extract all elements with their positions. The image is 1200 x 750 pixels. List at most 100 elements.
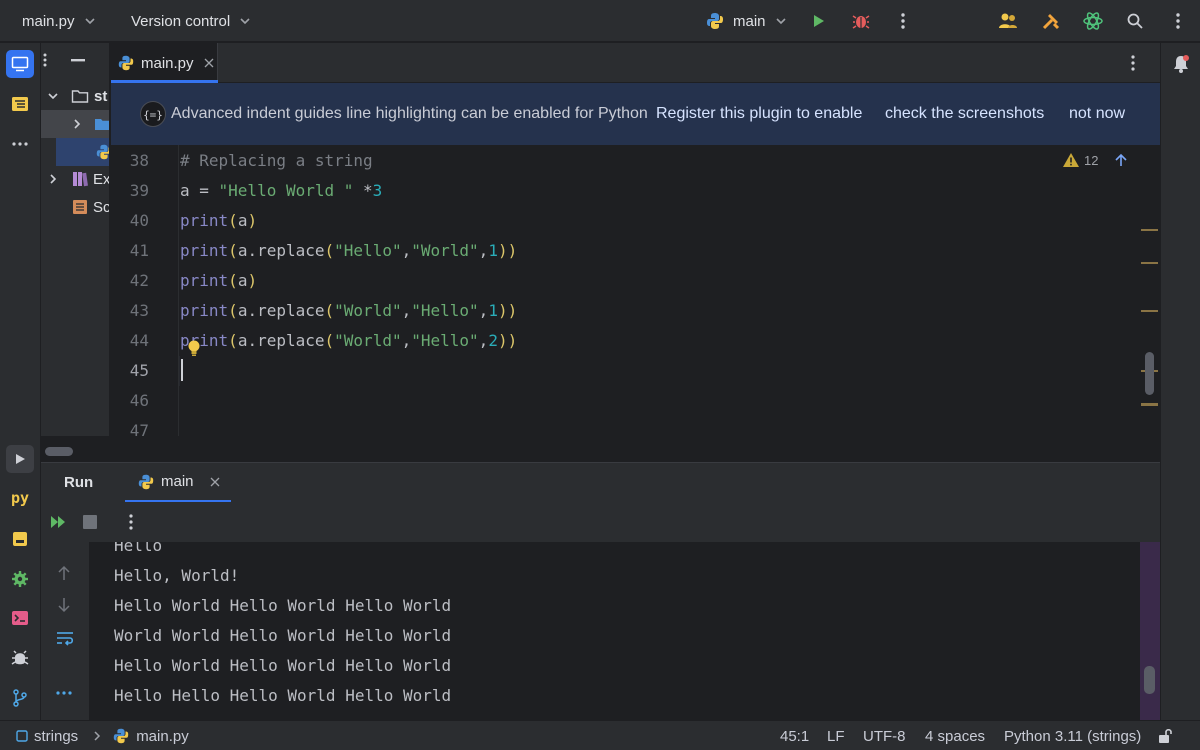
minimize-icon[interactable]: [71, 59, 85, 62]
terminal-tool-button[interactable]: [6, 604, 34, 632]
project-panel: st Ex Sc: [41, 43, 110, 462]
code-editor[interactable]: # Replacing a string a = "Hello World " …: [180, 145, 1140, 436]
register-plugin-link[interactable]: Register this plugin to enable: [656, 105, 862, 123]
console-scrollbar[interactable]: [1140, 542, 1160, 720]
git-tool-button[interactable]: [6, 684, 34, 712]
lightbulb-icon[interactable]: [187, 339, 201, 357]
warning-marker: [1141, 403, 1158, 406]
vcs-label: Version control: [131, 12, 231, 30]
tree-item-venv[interactable]: [41, 110, 109, 138]
code-line: a = "Hello World " *3: [180, 181, 383, 200]
plugin-logo-icon: {=}: [140, 101, 166, 127]
console-line: Hello World Hello World Hello World: [114, 656, 452, 675]
module-icon: [16, 730, 28, 742]
editor-scrollbar[interactable]: [1140, 145, 1160, 436]
arrow-up-icon[interactable]: [1114, 153, 1128, 167]
python-console-icon: py: [10, 489, 30, 507]
right-tool-stripe: [1160, 43, 1200, 720]
tree-item-scratches[interactable]: Sc: [41, 193, 109, 221]
more-vertical-icon[interactable]: [891, 9, 915, 33]
arrow-up-icon[interactable]: [57, 565, 71, 581]
more-vertical-icon[interactable]: [1131, 55, 1135, 71]
line-number-gutter: 38 39 40 41 42 43 44 45 46 47: [111, 145, 179, 440]
search-icon[interactable]: [1123, 9, 1147, 33]
run-tab-main[interactable]: main: [125, 463, 231, 503]
more-horizontal-icon[interactable]: [56, 691, 72, 695]
line-number: 41: [129, 241, 149, 260]
soft-wrap-icon[interactable]: [56, 630, 74, 646]
indent-setting[interactable]: 4 spaces: [925, 721, 985, 750]
python-interpreter[interactable]: Python 3.11 (strings): [1004, 721, 1141, 750]
run-toolbar: [41, 502, 1160, 542]
run-console-output[interactable]: Hello Hello, World! Hello World Hello Wo…: [89, 542, 1140, 720]
breadcrumb-file[interactable]: main.py: [136, 728, 189, 745]
python-console-button[interactable]: py: [6, 484, 34, 512]
editor-tab-main-py[interactable]: main.py: [111, 43, 218, 83]
code-line: print(a): [180, 211, 258, 230]
line-number: 38: [129, 151, 149, 170]
project-tool-button[interactable]: [6, 50, 34, 78]
stop-icon[interactable]: [83, 515, 97, 529]
more-vertical-icon[interactable]: [1166, 9, 1190, 33]
warning-icon: [1062, 152, 1080, 168]
console-line: Hello Hello Hello World Hello World: [114, 686, 452, 705]
close-icon[interactable]: [210, 477, 220, 487]
ai-assistant-icon[interactable]: [1081, 9, 1105, 33]
python-icon: [705, 11, 725, 31]
tree-item-external-libraries[interactable]: Ex: [41, 165, 109, 193]
problems-tool-button[interactable]: [6, 644, 34, 672]
close-icon[interactable]: [204, 58, 214, 68]
python-packages-button[interactable]: [6, 525, 34, 553]
notifications-bell-icon[interactable]: [1172, 54, 1190, 74]
more-vertical-icon[interactable]: [43, 53, 47, 67]
debug-icon[interactable]: [849, 9, 873, 33]
run-tool-button[interactable]: [6, 445, 34, 473]
run-icon[interactable]: [806, 9, 830, 33]
structure-tool-button[interactable]: [6, 90, 34, 118]
horizontal-scrollbar[interactable]: [41, 436, 1160, 462]
left-tool-stripe: py: [0, 43, 41, 720]
file-encoding[interactable]: UTF-8: [863, 721, 906, 750]
console-line: Hello: [114, 542, 163, 555]
project-selector[interactable]: main.py: [22, 0, 97, 42]
bug-icon: [11, 649, 29, 667]
breadcrumb-root[interactable]: strings: [34, 728, 78, 745]
breadcrumb: strings main.py: [16, 721, 189, 750]
vcs-selector[interactable]: Version control: [131, 0, 252, 42]
lock-icon[interactable]: [1157, 721, 1173, 750]
library-icon: [72, 171, 88, 187]
chevron-down-icon: [83, 14, 97, 28]
tree-item-root[interactable]: st: [41, 82, 109, 110]
git-branch-icon: [12, 689, 28, 707]
arrow-down-icon[interactable]: [57, 597, 71, 613]
more-tools-button[interactable]: [6, 130, 34, 158]
scrollbar-thumb[interactable]: [1145, 352, 1154, 395]
tools-icon[interactable]: [1039, 9, 1063, 33]
line-separator[interactable]: LF: [827, 721, 845, 750]
play-icon: [13, 452, 27, 466]
run-side-toolbar: [41, 542, 89, 720]
banner-message: Advanced indent guides line highlighting…: [171, 105, 648, 122]
run-config-name: main: [733, 12, 766, 30]
packages-icon: [11, 530, 29, 548]
caret-position[interactable]: 45:1: [780, 721, 809, 750]
code-line: print(a.replace("Hello","World",1)): [180, 241, 518, 260]
more-vertical-icon[interactable]: [129, 514, 133, 530]
code-line: print(a.replace("World","Hello",1)): [180, 301, 518, 320]
tree-item-main-py[interactable]: [56, 138, 109, 166]
run-config-selector[interactable]: main: [705, 0, 788, 42]
not-now-link[interactable]: not now: [1069, 105, 1125, 123]
code-with-me-icon[interactable]: [996, 9, 1020, 33]
scrollbar-thumb[interactable]: [1144, 666, 1155, 694]
inspections-widget[interactable]: 12: [1062, 152, 1140, 168]
console-line: Hello, World!: [114, 566, 240, 585]
line-number: 46: [129, 391, 149, 410]
more-horizontal-icon: [12, 142, 28, 146]
line-number: 44: [129, 331, 149, 350]
line-number: 40: [129, 211, 149, 230]
rerun-icon[interactable]: [50, 515, 66, 529]
screenshots-link[interactable]: check the screenshots: [885, 105, 1044, 123]
scrollbar-thumb[interactable]: [45, 447, 73, 456]
chevron-down-icon: [47, 90, 59, 102]
services-tool-button[interactable]: [6, 565, 34, 593]
